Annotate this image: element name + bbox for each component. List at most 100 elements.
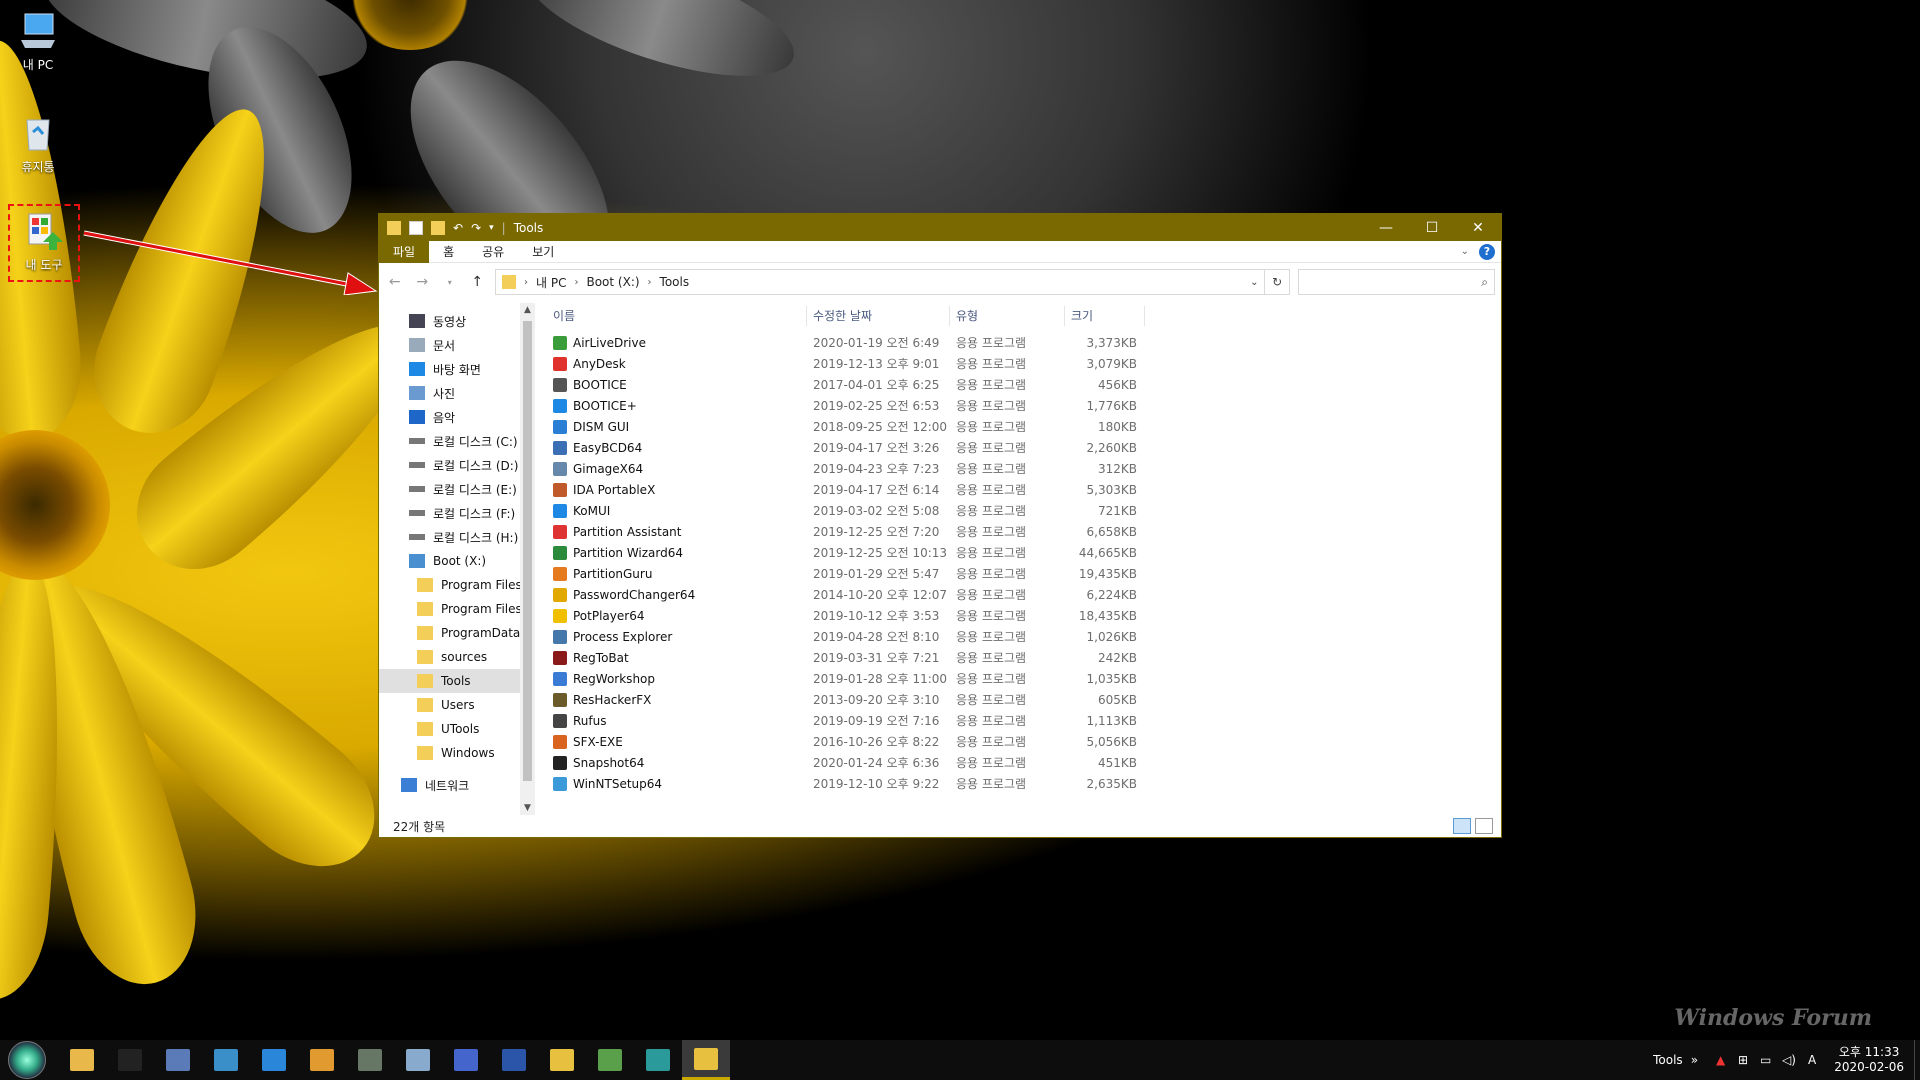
file-row[interactable]: Partition Wizard64 2019-12-25 오전 10:13 응용 … (547, 542, 1501, 563)
nav-item[interactable]: sources (379, 645, 535, 669)
nav-item[interactable]: 동영상 (379, 309, 535, 333)
toolbar-label[interactable]: Tools (1653, 1053, 1683, 1067)
file-row[interactable]: IDA PortableX 2019-04-17 오전 6:14 응용 프로그램 5,… (547, 479, 1501, 500)
tab-home[interactable]: 홈 (429, 241, 468, 263)
nav-item[interactable]: 음악 (379, 405, 535, 429)
nav-item[interactable]: Tools (379, 669, 535, 693)
clock[interactable]: 오후 11:33 2020-02-06 (1824, 1045, 1914, 1075)
refresh-button[interactable]: ↻ (1264, 269, 1290, 295)
taskbar-app[interactable] (586, 1040, 634, 1080)
undo-icon[interactable]: ↶ (453, 221, 463, 235)
taskbar-app[interactable] (250, 1040, 298, 1080)
expand-ribbon-icon[interactable]: ⌄ (1461, 246, 1469, 257)
nav-item[interactable]: 사진 (379, 381, 535, 405)
nav-item[interactable]: 로컬 디스크 (D:) (379, 453, 535, 477)
taskbar-app[interactable] (634, 1040, 682, 1080)
ime-indicator[interactable]: A (1808, 1053, 1816, 1067)
nav-item[interactable]: Program Files (379, 573, 535, 597)
taskbar-app[interactable] (106, 1040, 154, 1080)
recent-locations-icon[interactable]: ▾ (440, 278, 460, 287)
desktop-icon-my-tools[interactable]: 내 도구 (6, 210, 82, 273)
column-header-date[interactable]: 수정한 날짜 (807, 306, 950, 326)
column-header-type[interactable]: 유형 (950, 306, 1065, 326)
file-row[interactable]: PartitionGuru 2019-01-29 오전 5:47 응용 프로그램 19… (547, 563, 1501, 584)
file-row[interactable]: EasyBCD64 2019-04-17 오전 3:26 응용 프로그램 2,260K… (547, 437, 1501, 458)
nav-item[interactable]: 로컬 디스크 (C:) (379, 429, 535, 453)
properties-icon[interactable] (409, 220, 423, 235)
taskbar-app[interactable] (346, 1040, 394, 1080)
nav-item[interactable]: Boot (X:) (379, 549, 535, 573)
taskbar-app[interactable] (682, 1040, 730, 1080)
network-tray-icon[interactable]: ⊞ (1738, 1053, 1752, 1067)
large-icons-view-icon[interactable] (1475, 818, 1493, 834)
taskbar-app[interactable] (538, 1040, 586, 1080)
nav-item[interactable]: 문서 (379, 333, 535, 357)
desktop-icon-this-pc[interactable]: 내 PC (0, 10, 76, 73)
taskbar-app[interactable] (58, 1040, 106, 1080)
close-button[interactable]: ✕ (1455, 214, 1501, 241)
column-header-name[interactable]: 이름 (547, 306, 807, 326)
chevron-down-icon[interactable]: ⌄ (1250, 277, 1258, 288)
file-row[interactable]: KoMUI 2019-03-02 오전 5:08 응용 프로그램 721KB (547, 500, 1501, 521)
taskbar-app[interactable] (154, 1040, 202, 1080)
minimize-button[interactable]: — (1363, 214, 1409, 241)
redo-icon[interactable]: ↷ (471, 221, 481, 235)
address-bar[interactable]: › 내 PC › Boot (X:) › Tools ⌄ (495, 269, 1266, 295)
new-folder-icon[interactable] (431, 220, 445, 235)
file-row[interactable]: RegWorkshop 2019-01-28 오후 11:00 응용 프로그램 1,0… (547, 668, 1501, 689)
nav-item[interactable]: Program Files (379, 597, 535, 621)
nav-item[interactable]: Windows (379, 741, 535, 765)
volume-icon[interactable]: ◁) (1782, 1053, 1796, 1067)
title-bar[interactable]: ↶ ↷ ▾ | Tools — ☐ ✕ (379, 214, 1501, 241)
taskbar-app[interactable] (298, 1040, 346, 1080)
file-row[interactable]: Partition Assistant 2019-12-25 오전 7:20 응용 … (547, 521, 1501, 542)
scrollbar-thumb[interactable] (523, 321, 532, 781)
breadcrumb-boot-drive[interactable]: Boot (X:) (586, 275, 639, 289)
scroll-down-icon[interactable]: ▼ (520, 803, 535, 813)
file-row[interactable]: Process Explorer 2019-04-28 오전 8:10 응용 프로그… (547, 626, 1501, 647)
forward-arrow-icon[interactable]: → (413, 274, 433, 290)
desktop-icon-recycle-bin[interactable]: 휴지통 (0, 112, 76, 175)
file-row[interactable]: Snapshot64 2020-01-24 오후 6:36 응용 프로그램 451KB (547, 752, 1501, 773)
nav-item[interactable]: 로컬 디스크 (H:) (379, 525, 535, 549)
column-header-size[interactable]: 크기 (1065, 306, 1145, 326)
file-row[interactable]: WinNTSetup64 2019-12-10 오후 9:22 응용 프로그램 2,6… (547, 773, 1501, 794)
navigation-scrollbar[interactable]: ▲ ▼ (520, 303, 535, 815)
file-row[interactable]: AnyDesk 2019-12-13 오후 9:01 응용 프로그램 3,079KB (547, 353, 1501, 374)
nav-item[interactable]: 로컬 디스크 (E:) (379, 477, 535, 501)
nav-item[interactable]: 로컬 디스크 (F:) (379, 501, 535, 525)
taskbar-app[interactable] (442, 1040, 490, 1080)
alert-icon[interactable]: ▲ (1716, 1053, 1730, 1067)
breadcrumb-tools[interactable]: Tools (660, 275, 690, 289)
file-row[interactable]: PasswordChanger64 2014-10-20 오후 12:07 응용 프… (547, 584, 1501, 605)
search-input[interactable]: ⌕ (1297, 269, 1495, 295)
nav-item[interactable]: 바탕 화면 (379, 357, 535, 381)
file-row[interactable]: Rufus 2019-09-19 오전 7:16 응용 프로그램 1,113KB (547, 710, 1501, 731)
file-row[interactable]: SFX-EXE 2016-10-26 오후 8:22 응용 프로그램 5,056KB (547, 731, 1501, 752)
details-view-icon[interactable] (1453, 818, 1471, 834)
tray-more-icon[interactable]: » (1691, 1053, 1698, 1067)
taskbar-app[interactable] (202, 1040, 250, 1080)
tab-share[interactable]: 공유 (468, 241, 518, 263)
file-row[interactable]: PotPlayer64 2019-10-12 오후 3:53 응용 프로그램 18,4… (547, 605, 1501, 626)
breadcrumb-this-pc[interactable]: 내 PC (536, 274, 566, 291)
maximize-button[interactable]: ☐ (1409, 214, 1455, 241)
tab-view[interactable]: 보기 (518, 241, 568, 263)
help-icon[interactable]: ? (1479, 243, 1495, 260)
tab-file[interactable]: 파일 (379, 240, 430, 263)
show-desktop-button[interactable] (1914, 1040, 1920, 1080)
file-row[interactable]: AirLiveDrive 2020-01-19 오전 6:49 응용 프로그램 3,3… (547, 332, 1501, 353)
file-row[interactable]: ResHackerFX 2013-09-20 오후 3:10 응용 프로그램 605K… (547, 689, 1501, 710)
customize-qa-icon[interactable]: ▾ (489, 223, 494, 233)
taskbar-app[interactable] (394, 1040, 442, 1080)
display-tray-icon[interactable]: ▭ (1760, 1053, 1774, 1067)
file-row[interactable]: BOOTICE+ 2019-02-25 오전 6:53 응용 프로그램 1,776KB (547, 395, 1501, 416)
nav-item[interactable]: ProgramData (379, 621, 535, 645)
start-button[interactable] (8, 1041, 46, 1079)
file-row[interactable]: RegToBat 2019-03-31 오후 7:21 응용 프로그램 242KB (547, 647, 1501, 668)
up-arrow-icon[interactable]: ↑ (468, 274, 488, 290)
nav-item[interactable]: Users (379, 693, 535, 717)
nav-item[interactable]: UTools (379, 717, 535, 741)
file-row[interactable]: DISM GUI 2018-09-25 오전 12:00 응용 프로그램 180KB (547, 416, 1501, 437)
file-row[interactable]: GimageX64 2019-04-23 오후 7:23 응용 프로그램 312KB (547, 458, 1501, 479)
